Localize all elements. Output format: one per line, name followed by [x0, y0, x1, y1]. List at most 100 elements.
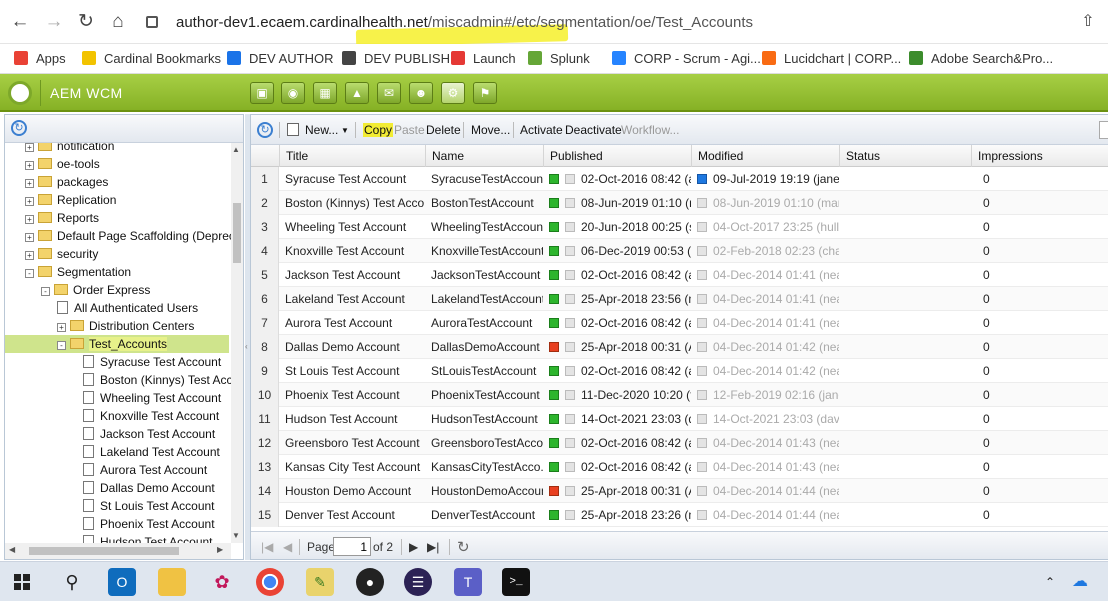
- expand-icon[interactable]: +: [25, 251, 34, 260]
- tree-vertical-scrollbar[interactable]: ▲ ▼: [231, 143, 243, 543]
- tree-item[interactable]: St Louis Test Account: [83, 497, 215, 515]
- refresh-icon[interactable]: ↻: [257, 122, 273, 138]
- tree-item[interactable]: + packages: [25, 173, 108, 191]
- tree-item[interactable]: Aurora Test Account: [83, 461, 207, 479]
- tree-item[interactable]: + Distribution Centers: [57, 317, 194, 335]
- bookmark-item[interactable]: DEV AUTHOR: [227, 44, 334, 74]
- column-header-title[interactable]: Title: [279, 145, 425, 167]
- tree-item[interactable]: Knoxville Test Account: [83, 407, 219, 425]
- tree-item[interactable]: + Default Page Scaffolding (Deprecat: [25, 227, 231, 245]
- expand-icon[interactable]: +: [25, 197, 34, 206]
- users-icon[interactable]: ☻: [409, 82, 433, 104]
- bookmark-item[interactable]: Cardinal Bookmarks: [82, 44, 221, 74]
- refresh-icon[interactable]: ↻: [11, 120, 27, 136]
- onedrive-icon[interactable]: ☁: [1066, 568, 1094, 596]
- scroll-up-icon[interactable]: ▲: [232, 145, 240, 154]
- scroll-down-icon[interactable]: ▼: [232, 531, 240, 540]
- last-page-icon[interactable]: ▶|: [427, 540, 439, 554]
- globe-icon[interactable]: ◉: [281, 82, 305, 104]
- bookmark-item[interactable]: CORP - Scrum - Agi...: [612, 44, 761, 74]
- tree-item[interactable]: Syracuse Test Account: [83, 353, 221, 371]
- lock-icon[interactable]: [146, 16, 158, 28]
- delete-button[interactable]: Delete: [426, 123, 461, 137]
- table-row[interactable]: 8 Dallas Demo Account DallasDemoAccount 25-…: [251, 335, 1108, 359]
- tree-item[interactable]: Hudson Test Account: [83, 533, 213, 543]
- table-row[interactable]: 9 St Louis Test Account StLouisTestAccount…: [251, 359, 1108, 383]
- snipping-tool-icon[interactable]: ✿: [208, 568, 236, 596]
- table-row[interactable]: 7 Aurora Test Account AuroraTestAccount 02-…: [251, 311, 1108, 335]
- search-icon[interactable]: ⚲: [58, 568, 86, 596]
- chrome-icon[interactable]: [256, 568, 284, 596]
- scroll-right-icon[interactable]: ▶: [217, 545, 223, 554]
- activate-button[interactable]: Activate: [520, 123, 563, 137]
- tree-item[interactable]: Jackson Test Account: [83, 425, 215, 443]
- tree-item[interactable]: + Replication: [25, 191, 116, 209]
- campaigns-icon[interactable]: ▲: [345, 82, 369, 104]
- page-number-input[interactable]: [333, 537, 371, 556]
- table-row[interactable]: 4 Knoxville Test Account KnoxvilleTestAcco…: [251, 239, 1108, 263]
- chevron-down-icon[interactable]: ▼: [341, 126, 349, 135]
- expand-icon[interactable]: +: [25, 233, 34, 242]
- move-button[interactable]: Move...: [471, 123, 510, 137]
- tree-item[interactable]: + security: [25, 245, 98, 263]
- tree-item[interactable]: Lakeland Test Account: [83, 443, 220, 461]
- expand-icon[interactable]: +: [57, 323, 66, 332]
- paste-button[interactable]: Paste: [394, 123, 425, 137]
- collapse-left-icon[interactable]: ‹: [245, 342, 248, 351]
- table-row[interactable]: 11 Hudson Test Account HudsonTestAccount 14…: [251, 407, 1108, 431]
- collapse-icon[interactable]: -: [57, 341, 66, 350]
- back-arrow-icon[interactable]: ←: [8, 10, 32, 34]
- notepad-icon[interactable]: ✎: [306, 568, 334, 596]
- tagging-icon[interactable]: ⚑: [473, 82, 497, 104]
- expand-icon[interactable]: +: [25, 161, 34, 170]
- prev-page-icon[interactable]: ◀: [283, 540, 292, 554]
- tree-item[interactable]: Wheeling Test Account: [83, 389, 221, 407]
- windows-start-icon[interactable]: [14, 574, 30, 590]
- search-input[interactable]: [1099, 121, 1108, 139]
- first-page-icon[interactable]: |◀: [261, 540, 273, 554]
- file-explorer-icon[interactable]: [158, 568, 186, 596]
- expand-icon[interactable]: +: [25, 179, 34, 188]
- url-field[interactable]: author-dev1.ecaem.cardinalhealth.net/mis…: [176, 14, 753, 31]
- tree-item[interactable]: + oe-tools: [25, 155, 100, 173]
- tree-item[interactable]: Phoenix Test Account: [83, 515, 215, 533]
- collapse-icon[interactable]: -: [41, 287, 50, 296]
- tree-item[interactable]: Boston (Kinnys) Test Acc: [83, 371, 231, 389]
- bookmark-item[interactable]: DEV PUBLISH: [342, 44, 450, 74]
- tree-item[interactable]: - Test_Accounts: [5, 335, 229, 353]
- table-row[interactable]: 13 Kansas City Test Account KansasCityTest…: [251, 455, 1108, 479]
- home-icon[interactable]: ⌂: [106, 10, 130, 34]
- tree-horizontal-scrollbar[interactable]: ◀ ▶: [5, 543, 231, 559]
- chevron-up-icon[interactable]: ⌃: [1036, 568, 1064, 596]
- workflow-button[interactable]: Workflow...: [621, 123, 679, 137]
- github-icon[interactable]: ●: [356, 568, 384, 596]
- tree-item[interactable]: All Authenticated Users: [57, 299, 198, 317]
- bookmark-item[interactable]: Lucidchart | CORP...: [762, 44, 901, 74]
- digital-assets-icon[interactable]: ▦: [313, 82, 337, 104]
- inbox-icon[interactable]: ✉: [377, 82, 401, 104]
- tree-vertical-scroll-thumb[interactable]: [233, 203, 241, 263]
- copy-button[interactable]: Copy: [363, 123, 394, 137]
- outlook-icon[interactable]: O: [108, 568, 136, 596]
- tree-item[interactable]: + notification: [25, 143, 114, 155]
- forward-arrow-icon[interactable]: →: [42, 10, 66, 34]
- table-row[interactable]: 6 Lakeland Test Account LakelandTestAccoun…: [251, 287, 1108, 311]
- tree-item[interactable]: - Segmentation: [25, 263, 131, 281]
- tree-item[interactable]: Dallas Demo Account: [83, 479, 215, 497]
- table-row[interactable]: 12 Greensboro Test Account GreensboroTestA…: [251, 431, 1108, 455]
- eclipse-icon[interactable]: ☰: [404, 568, 432, 596]
- scroll-left-icon[interactable]: ◀: [9, 545, 15, 554]
- expand-icon[interactable]: +: [25, 143, 34, 152]
- websites-icon[interactable]: ▣: [250, 82, 274, 104]
- bookmark-item[interactable]: Apps: [14, 44, 66, 74]
- new-button[interactable]: New...: [305, 123, 338, 137]
- tree-horizontal-scroll-thumb[interactable]: [29, 547, 179, 555]
- expand-icon[interactable]: +: [25, 215, 34, 224]
- tree-item[interactable]: + Reports: [25, 209, 99, 227]
- table-row[interactable]: 15 Denver Test Account DenverTestAccount 25…: [251, 503, 1108, 527]
- table-row[interactable]: 1 Syracuse Test Account SyracuseTestAccoun…: [251, 167, 1108, 191]
- deactivate-button[interactable]: Deactivate: [565, 123, 622, 137]
- column-header-impressions[interactable]: Impressions: [971, 145, 1108, 167]
- table-row[interactable]: 2 Boston (Kinnys) Test Acco... BostonTestA…: [251, 191, 1108, 215]
- column-header-name[interactable]: Name: [425, 145, 543, 167]
